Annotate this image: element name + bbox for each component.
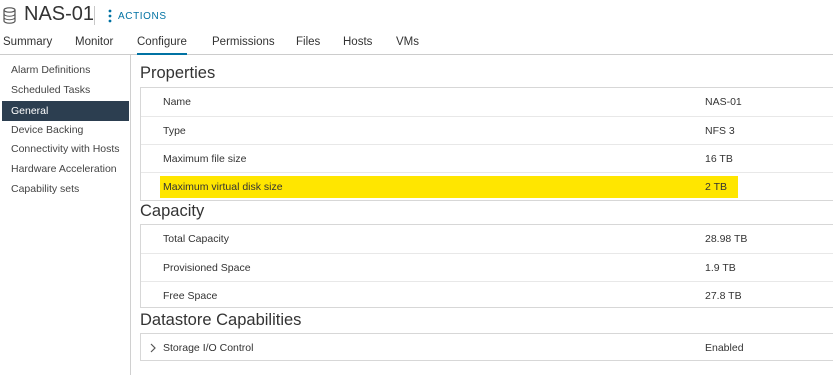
property-row-max-virtual-disk-size: Maximum virtual disk size 2 TB [141, 172, 833, 200]
sidebar-item-capability-sets[interactable]: Capability sets [2, 179, 129, 199]
sidebar-item-alarm-definitions[interactable]: Alarm Definitions [2, 60, 129, 80]
capacity-row-provisioned: Provisioned Space 1.9 TB [141, 253, 833, 281]
capacity-section-title: Capacity [140, 202, 205, 220]
tab-permissions[interactable]: Permissions [212, 36, 275, 55]
tab-files[interactable]: Files [296, 36, 320, 55]
property-row-max-file-size: Maximum file size 16 TB [141, 144, 833, 172]
capacity-panel: Total Capacity 28.98 TB Provisioned Spac… [140, 224, 833, 308]
sidebar-item-hardware-acceleration[interactable]: Hardware Acceleration [2, 159, 129, 179]
tab-bar: Summary Monitor Configure Permissions Fi… [0, 32, 833, 55]
sidebar-item-scheduled-tasks[interactable]: Scheduled Tasks [2, 80, 129, 100]
property-key: Maximum virtual disk size [163, 181, 283, 193]
tab-configure[interactable]: Configure [137, 36, 187, 55]
property-value: NAS-01 [705, 96, 742, 108]
capacity-row-total: Total Capacity 28.98 TB [141, 225, 833, 253]
capacity-value: 27.8 TB [705, 290, 742, 302]
capability-key: Storage I/O Control [163, 342, 254, 354]
chevron-right-icon[interactable] [149, 343, 157, 353]
actions-label: ACTIONS [118, 10, 167, 22]
sidebar-item-connectivity-with-hosts[interactable]: Connectivity with Hosts [2, 139, 129, 159]
tab-summary[interactable]: Summary [3, 36, 52, 55]
sidebar-item-general[interactable]: General [2, 101, 129, 121]
actions-button[interactable]: ACTIONS [108, 8, 167, 24]
properties-panel: Name NAS-01 Type NFS 3 Maximum file size… [140, 87, 833, 201]
configure-sidebar: Alarm Definitions Scheduled Tasks Genera… [0, 55, 131, 375]
tab-monitor[interactable]: Monitor [75, 36, 113, 55]
capacity-key: Total Capacity [163, 233, 229, 245]
capacity-row-free: Free Space 27.8 TB [141, 281, 833, 309]
capacity-value: 1.9 TB [705, 262, 736, 274]
header-divider [94, 6, 95, 25]
object-header: NAS-01 ACTIONS [0, 0, 833, 32]
property-value: 16 TB [705, 153, 733, 165]
properties-section-title: Properties [140, 64, 216, 82]
page-title: NAS-01 [24, 3, 95, 25]
property-key: Maximum file size [163, 153, 247, 165]
datastore-capabilities-section-title: Datastore Capabilities [140, 311, 302, 329]
property-key: Type [163, 125, 186, 137]
property-row-type: Type NFS 3 [141, 116, 833, 144]
tab-vms[interactable]: VMs [396, 36, 419, 55]
property-key: Name [163, 96, 192, 108]
property-value: 2 TB [705, 181, 727, 193]
capacity-key: Provisioned Space [163, 262, 251, 274]
sidebar-item-device-backing[interactable]: Device Backing [2, 120, 129, 140]
property-value: NFS 3 [705, 125, 735, 137]
vertical-ellipsis-icon [108, 9, 112, 23]
capability-row-storage-io-control[interactable]: Storage I/O Control Enabled [141, 334, 833, 362]
capacity-value: 28.98 TB [705, 233, 748, 245]
datastore-capabilities-panel: Storage I/O Control Enabled [140, 333, 833, 361]
property-row-name: Name NAS-01 [141, 88, 833, 116]
datastore-icon [3, 7, 16, 24]
capability-value: Enabled [705, 342, 744, 354]
capacity-key: Free Space [163, 290, 218, 302]
tab-hosts[interactable]: Hosts [343, 36, 372, 55]
